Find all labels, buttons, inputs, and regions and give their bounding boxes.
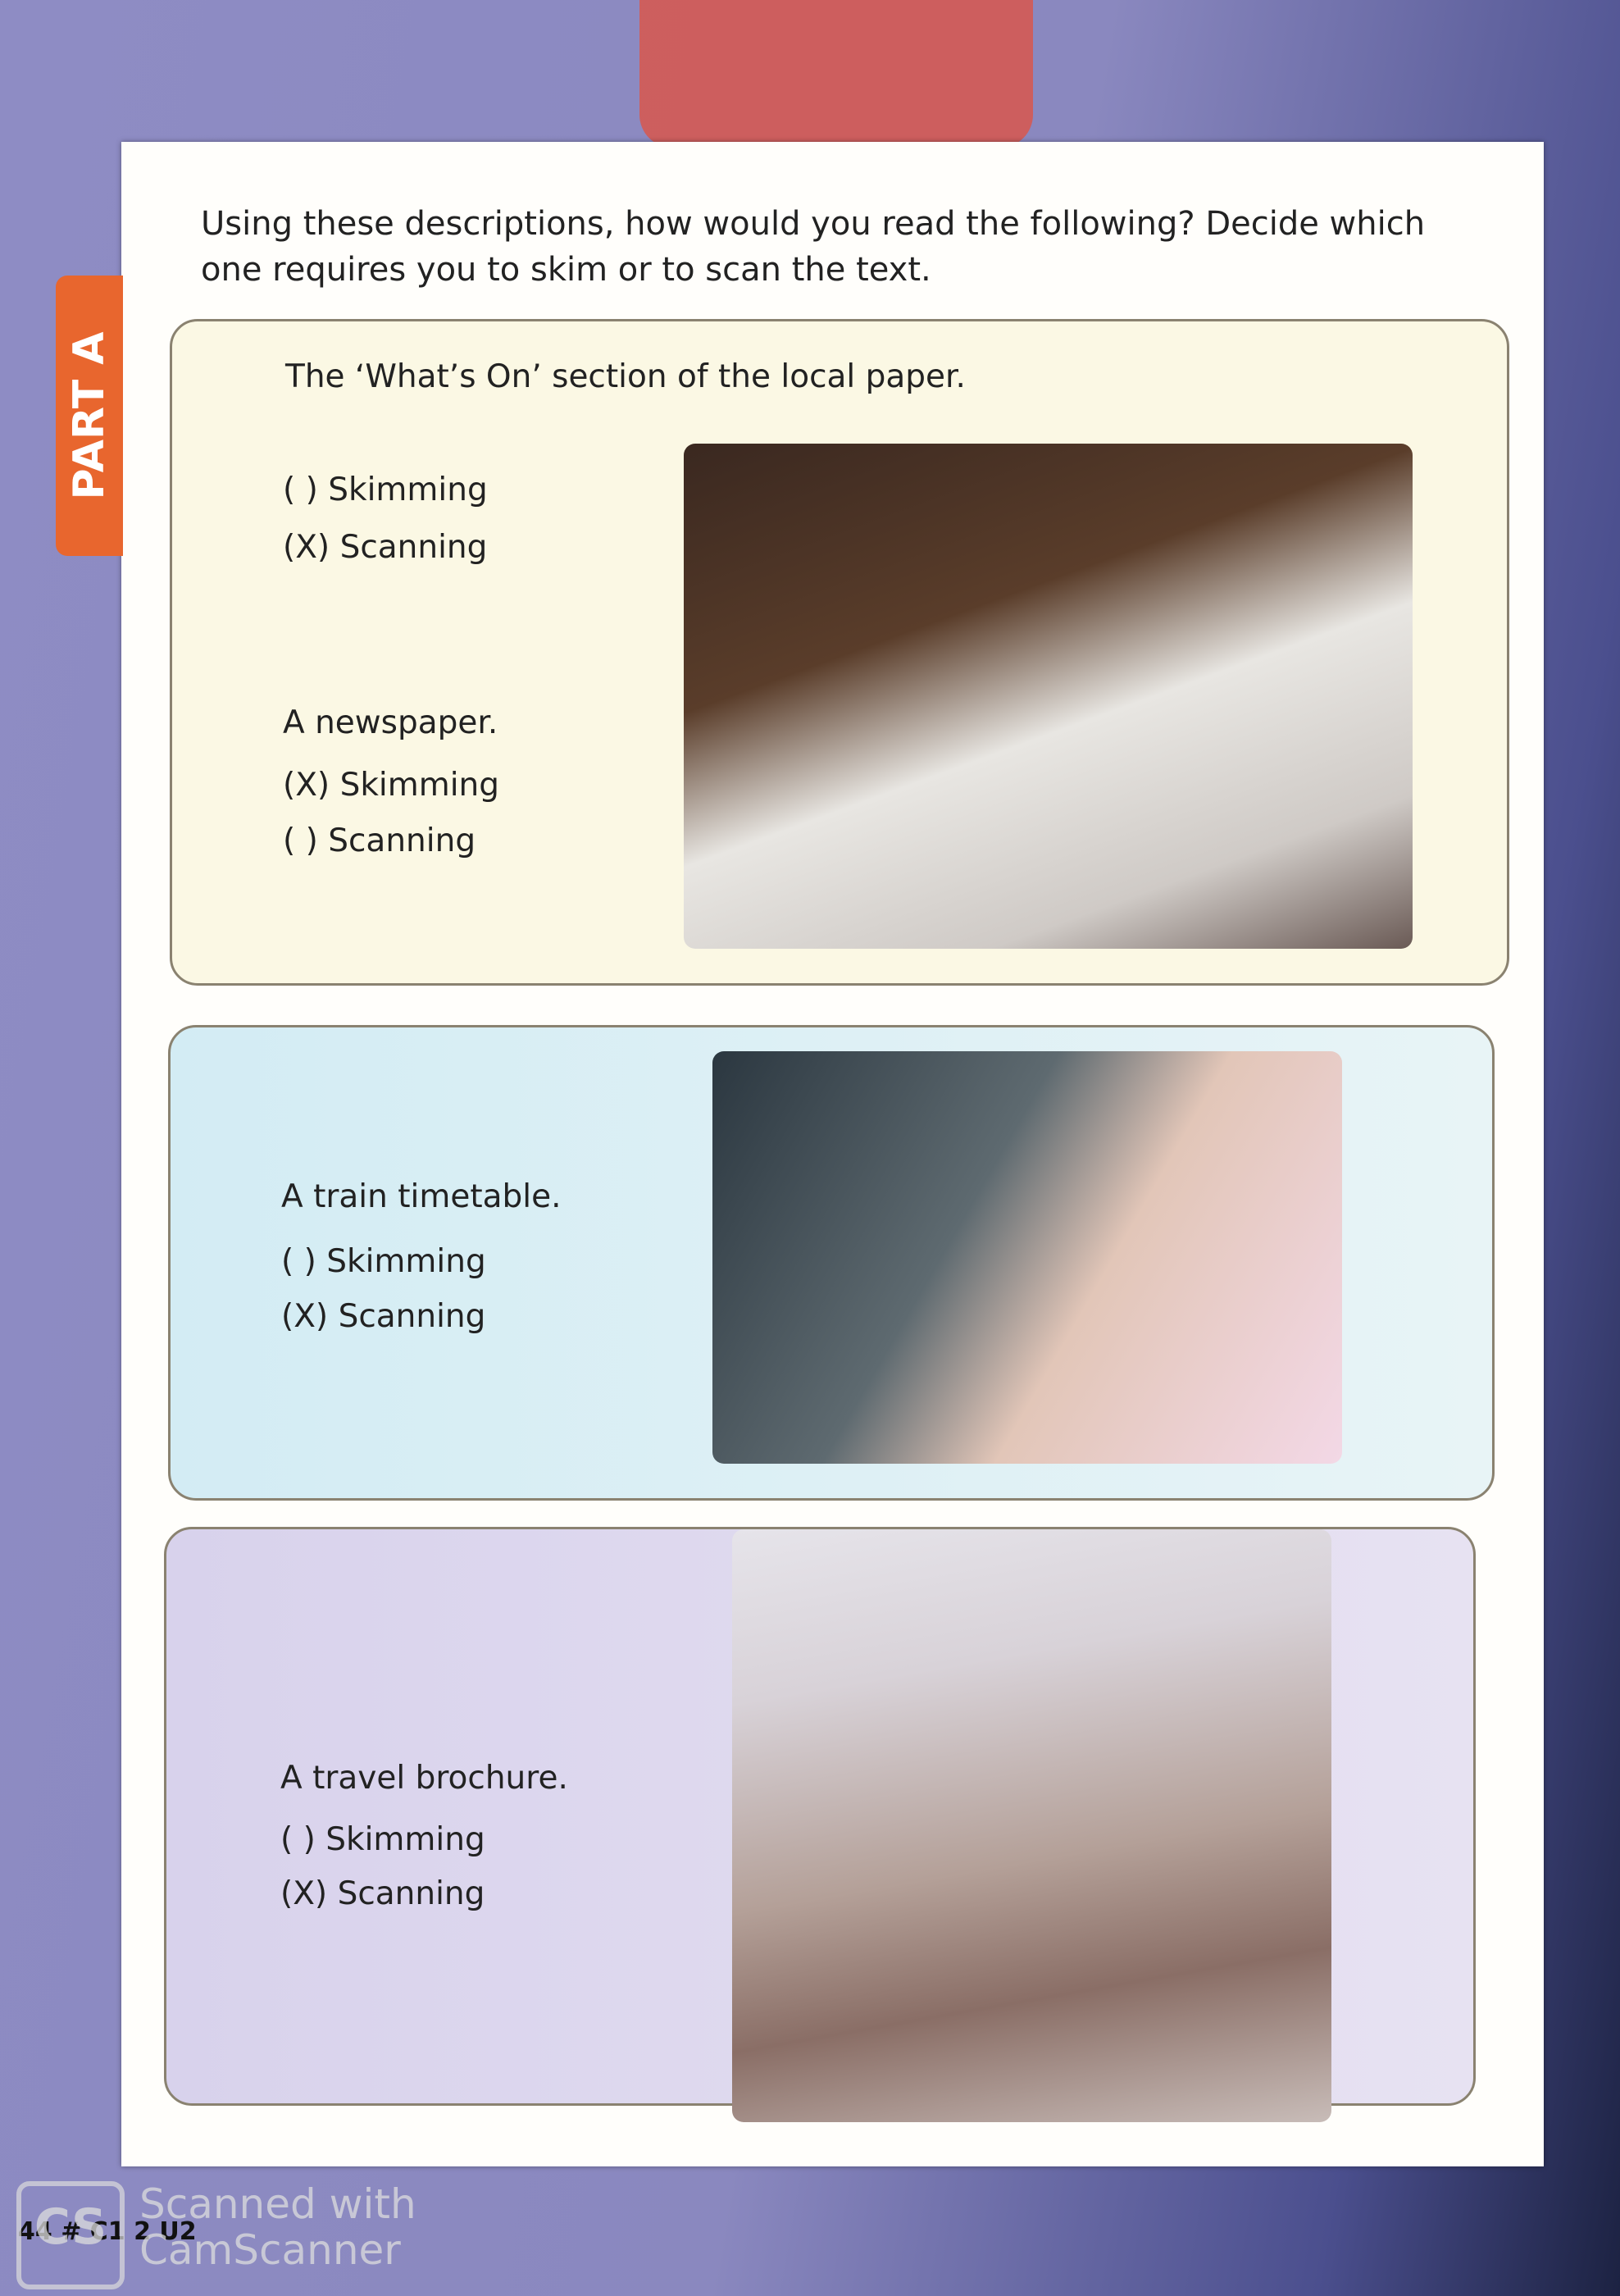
- camscanner-logo: CS: [16, 2181, 125, 2289]
- instruction-text: Using these descriptions, how would you …: [201, 205, 1426, 289]
- option-scanning[interactable]: ( ) Scanning: [283, 822, 476, 859]
- photo-man-reading-newspaper: [684, 444, 1413, 949]
- item-prompt: A travel brochure.: [280, 1760, 568, 1797]
- part-tab: PART A: [56, 276, 123, 556]
- option-scanning[interactable]: (X) Scanning: [283, 529, 487, 566]
- background-decoration: [639, 0, 1033, 148]
- option-skimming[interactable]: ( ) Skimming: [280, 1821, 485, 1858]
- option-scanning[interactable]: (X) Scanning: [280, 1875, 485, 1912]
- photo-man-at-train-station: [712, 1051, 1342, 1464]
- option-skimming[interactable]: ( ) Skimming: [283, 472, 488, 508]
- option-skimming[interactable]: ( ) Skimming: [281, 1243, 486, 1280]
- photo-woman-with-brochures: [732, 1529, 1331, 2122]
- item-prompt: The ‘What’s On’ section of the local pap…: [285, 358, 966, 395]
- item-prompt: A newspaper.: [283, 704, 498, 741]
- option-skimming[interactable]: (X) Skimming: [283, 767, 499, 804]
- option-scanning[interactable]: (X) Scanning: [281, 1298, 485, 1335]
- item-prompt: A train timetable.: [281, 1178, 562, 1215]
